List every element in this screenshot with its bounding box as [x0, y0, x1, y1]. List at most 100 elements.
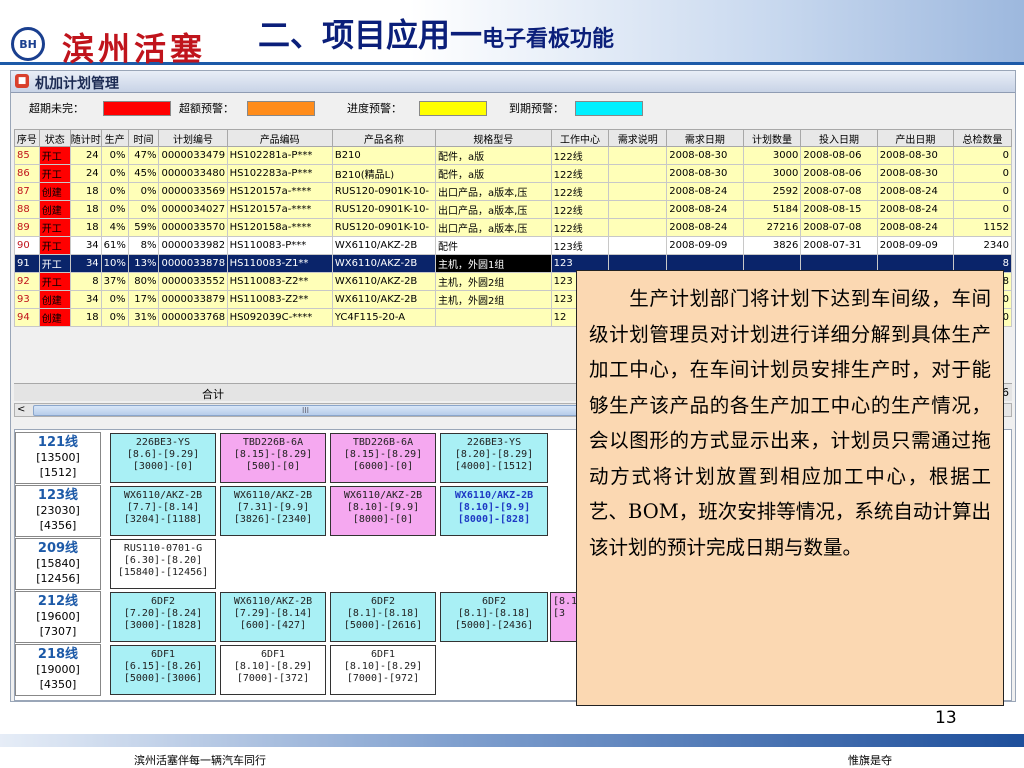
- col-header[interactable]: 随计时: [69, 129, 102, 147]
- cell-start: 2008-08-06: [800, 164, 878, 183]
- table-row[interactable]: 86 开工 24 0% 45% 0000033480 HS102283a-P*** B210(…: [14, 164, 1012, 183]
- cell-qty: 2592: [742, 182, 802, 201]
- plan-card[interactable]: TBD226B-6A [8.15]-[8.29] [6000]-[0]: [330, 433, 436, 483]
- col-header[interactable]: 序号: [14, 129, 40, 147]
- cell-qty: 3826: [742, 236, 802, 255]
- card-dates: [7.20]-[8.24]: [123, 608, 203, 619]
- cell-spec: 配件，a版: [435, 146, 552, 165]
- cell-h: 34: [69, 254, 102, 273]
- cell-no: 87: [14, 182, 40, 201]
- cell-time: 13%: [127, 254, 160, 273]
- col-header[interactable]: 产品编码: [226, 129, 333, 147]
- cell-status: 开工: [38, 254, 71, 273]
- cell-spec: 配件，a版: [435, 164, 552, 183]
- slide-title: 二、项目应用一电子看板功能: [258, 10, 614, 56]
- line-name: 218线: [37, 647, 79, 662]
- card-product: 226BE3-YS: [135, 437, 191, 448]
- card-qty: [7000]-[372]: [236, 673, 310, 684]
- cell-spec: 配件: [435, 236, 552, 255]
- cell-code: HS110083-Z2**: [226, 290, 333, 309]
- plan-card[interactable]: 6DF2 [7.20]-[8.24] [3000]-[1828]: [110, 592, 216, 642]
- card-dates: [8.15]-[8.29]: [343, 449, 423, 460]
- col-header[interactable]: 需求说明: [608, 129, 668, 147]
- table-row[interactable]: 87 创建 18 0% 0% 0000033569 HS120157a-**** RUS120…: [14, 182, 1012, 201]
- cell-name: RUS120-0901K-10-: [331, 218, 437, 237]
- plan-card[interactable]: 6DF1 [6.15]-[8.26] [5000]-[3006]: [110, 645, 216, 695]
- table-row[interactable]: 88 创建 18 0% 0% 0000034027 HS120157a-**** RUS120…: [14, 200, 1012, 219]
- col-header[interactable]: 计划数量: [742, 129, 802, 147]
- col-header[interactable]: 生产: [100, 129, 129, 147]
- plan-card[interactable]: 226BE3-YS [8.20]-[8.29] [4000]-[1512]: [440, 433, 548, 483]
- cell-qty: 27216: [742, 218, 802, 237]
- cell-no: 91: [14, 254, 40, 273]
- cell-h: 24: [69, 146, 102, 165]
- plan-card[interactable]: WX6110/AKZ-2B [7.29]-[8.14] [600]-[427]: [220, 592, 326, 642]
- card-qty: [3204]-[1188]: [123, 514, 203, 525]
- cell-chk: 2340: [953, 236, 1012, 255]
- card-dates: [8.10]-[9.9]: [457, 502, 531, 513]
- cell-no: 88: [14, 200, 40, 219]
- legend-progress-swatch: [419, 101, 487, 116]
- cell-no: 89: [14, 218, 40, 237]
- cell-code: HS102283a-P***: [226, 164, 333, 183]
- col-header[interactable]: 投入日期: [800, 129, 878, 147]
- line-label-212[interactable]: 212线 [19600] [7307]: [15, 591, 101, 643]
- cell-chk: 0: [953, 182, 1012, 201]
- plan-card[interactable]: WX6110/AKZ-2B [7.31]-[9.9] [3826]-[2340]: [220, 486, 326, 536]
- cell-code: HS120157a-****: [226, 182, 333, 201]
- line-label-209[interactable]: 209线 [15840] [12456]: [15, 538, 101, 590]
- col-header[interactable]: 时间: [127, 129, 160, 147]
- cell-center: 123线: [550, 236, 610, 255]
- cell-due: 2008-09-09: [666, 236, 744, 255]
- cell-no: 86: [14, 164, 40, 183]
- table-row[interactable]: 90 开工 34 61% 8% 0000033982 HS110083-P*** WX6110…: [14, 236, 1012, 255]
- col-header[interactable]: 产品名称: [331, 129, 437, 147]
- line-value-b: [12456]: [36, 572, 80, 585]
- col-header[interactable]: 产出日期: [876, 129, 955, 147]
- col-header[interactable]: 总检数量: [953, 129, 1012, 147]
- plan-card[interactable]: RUS110-0701-G [6.30]-[8.20] [15840]-[12456…: [110, 539, 216, 589]
- cell-time: 0%: [127, 200, 160, 219]
- cell-time: 8%: [127, 236, 160, 255]
- cell-end: 2008-08-24: [876, 200, 955, 219]
- col-header[interactable]: 工作中心: [550, 129, 610, 147]
- plan-card[interactable]: 6DF1 [8.10]-[8.29] [7000]-[372]: [220, 645, 326, 695]
- plan-card[interactable]: 226BE3-YS [8.6]-[9.29] [3000]-[0]: [110, 433, 216, 483]
- cell-req: [608, 200, 668, 219]
- company-logo-icon: BH: [11, 27, 45, 61]
- cell-status: 创建: [38, 182, 71, 201]
- cell-req: [608, 164, 668, 183]
- plan-card[interactable]: TBD226B-6A [8.15]-[8.29] [500]-[0]: [220, 433, 326, 483]
- cell-spec: 出口产品，a版本,压: [435, 200, 552, 219]
- scrollbar-thumb[interactable]: III: [33, 405, 578, 416]
- plan-card[interactable]: 6DF1 [8.10]-[8.29] [7000]-[972]: [330, 645, 436, 695]
- col-header[interactable]: 规格型号: [435, 129, 552, 147]
- cell-status: 开工: [38, 146, 71, 165]
- plan-card[interactable]: WX6110/AKZ-2B [7.7]-[8.14] [3204]-[1188]: [110, 486, 216, 536]
- plan-card[interactable]: 6DF2 [8.1]-[8.18] [5000]-[2616]: [330, 592, 436, 642]
- line-label-218[interactable]: 218线 [19000] [4350]: [15, 644, 101, 696]
- table-row[interactable]: 89 开工 18 4% 59% 0000033570 HS120158a-**** RUS12…: [14, 218, 1012, 237]
- cell-end: 2008-08-24: [876, 182, 955, 201]
- line-label-123[interactable]: 123线 [23030] [4356]: [15, 485, 101, 537]
- line-value-a: [19000]: [36, 663, 80, 676]
- scroll-left-arrow-icon[interactable]: <: [17, 404, 25, 415]
- card-dates: [8.1]-[8.18]: [346, 608, 420, 619]
- col-header[interactable]: 计划编号: [158, 129, 228, 147]
- cell-prod: 37%: [100, 272, 129, 291]
- cell-name: B210: [331, 146, 437, 165]
- cell-start: 2008-07-08: [800, 218, 878, 237]
- plan-card[interactable]: 6DF2 [8.1]-[8.18] [5000]-[2436]: [440, 592, 548, 642]
- cell-time: 59%: [127, 218, 160, 237]
- card-qty: [5000]-[3006]: [123, 673, 203, 684]
- plan-card-selected[interactable]: WX6110/AKZ-2B [8.10]-[9.9] [8000]-[828]: [440, 486, 548, 536]
- col-header[interactable]: 需求日期: [666, 129, 744, 147]
- cell-prod: 61%: [100, 236, 129, 255]
- card-dates: [8.10]-[8.29]: [233, 661, 313, 672]
- col-header[interactable]: 状态: [38, 129, 71, 147]
- cell-status: 开工: [38, 164, 71, 183]
- cell-prod: 0%: [100, 290, 129, 309]
- table-row[interactable]: 85 开工 24 0% 47% 0000033479 HS102281a-P*** B210 配…: [14, 146, 1012, 165]
- plan-card[interactable]: WX6110/AKZ-2B [8.10]-[9.9] [8000]-[0]: [330, 486, 436, 536]
- line-label-121[interactable]: 121线 [13500] [1512]: [15, 432, 101, 484]
